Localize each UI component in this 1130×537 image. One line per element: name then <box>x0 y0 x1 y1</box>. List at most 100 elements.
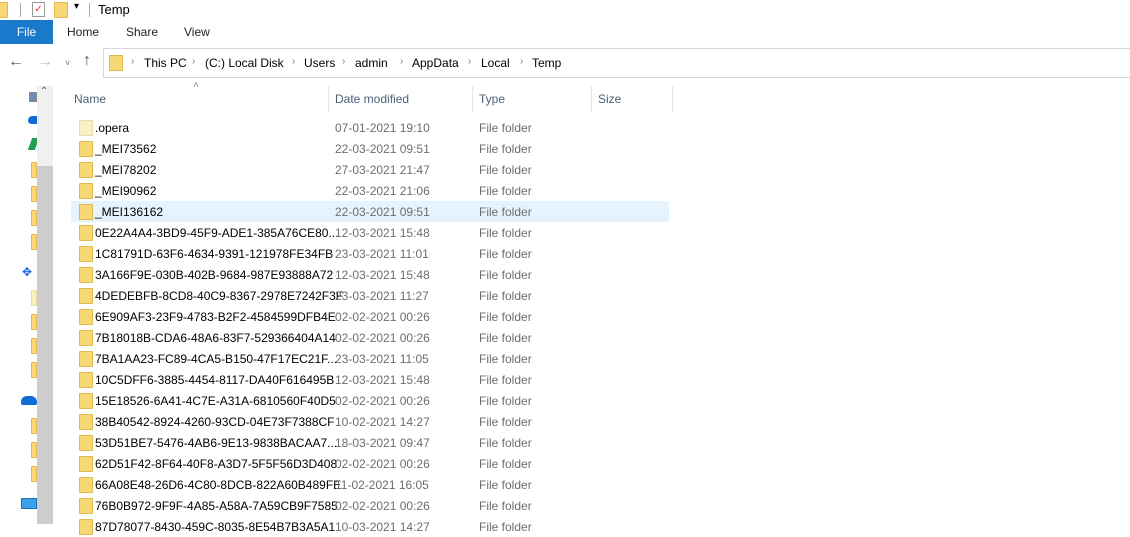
back-icon[interactable]: ← <box>8 53 24 71</box>
folder-icon <box>79 351 93 367</box>
folder-icon <box>79 225 93 241</box>
pictures-icon[interactable] <box>29 92 37 102</box>
column-divider[interactable] <box>472 86 473 112</box>
tab-file[interactable]: File <box>0 20 53 44</box>
forward-icon[interactable]: → <box>37 53 53 71</box>
file-type: File folder <box>479 457 532 471</box>
file-name: 1C81791D-63F6-4634-9391-121978FE34FB <box>95 247 334 261</box>
file-type: File folder <box>479 394 532 408</box>
file-row[interactable]: 0E22A4A4-3BD9-45F9-ADE1-385A76CE80... 12… <box>71 222 669 243</box>
file-date: 23-03-2021 11:27 <box>335 289 429 303</box>
breadcrumb-appdata[interactable]: AppData <box>412 56 459 70</box>
file-row[interactable]: 53D51BE7-5476-4AB6-9E13-9838BACAA7... 18… <box>71 432 669 453</box>
chevron-right-icon: › <box>192 56 196 67</box>
chevron-right-icon: › <box>400 56 404 67</box>
column-divider[interactable] <box>672 86 673 112</box>
column-divider[interactable] <box>328 86 329 112</box>
file-type: File folder <box>479 478 532 492</box>
sort-ascending-icon: ˄ <box>193 80 199 91</box>
breadcrumb-admin[interactable]: admin <box>355 56 388 70</box>
window-title: Temp <box>98 2 130 17</box>
file-date: 02-02-2021 00:26 <box>335 331 430 345</box>
breadcrumb-local-disk[interactable]: (C:) Local Disk <box>205 56 284 70</box>
folder-icon <box>109 55 123 71</box>
new-folder-icon[interactable] <box>54 2 68 18</box>
file-type: File folder <box>479 352 532 366</box>
file-type: File folder <box>479 205 532 219</box>
column-divider[interactable] <box>591 86 592 112</box>
chevron-right-icon: › <box>131 56 135 67</box>
folder-icon <box>79 519 93 535</box>
file-name: _MEI136162 <box>95 205 164 219</box>
recent-locations-icon[interactable]: ˅ <box>65 58 70 68</box>
file-row[interactable]: 3A166F9E-030B-402B-9684-987E93888A72 12-… <box>71 264 669 285</box>
file-date: 10-03-2021 14:27 <box>335 520 430 534</box>
this-pc-icon[interactable] <box>21 498 37 509</box>
file-type: File folder <box>479 331 532 345</box>
file-name: 38B40542-8924-4260-93CD-04E73F7388CF <box>95 415 335 429</box>
breadcrumb-this-pc[interactable]: This PC <box>144 56 187 70</box>
file-type: File folder <box>479 499 532 513</box>
chevron-right-icon: › <box>520 56 524 67</box>
file-row[interactable]: 62D51F42-8F64-40F8-A3D7-5F5F56D3D408 02-… <box>71 453 669 474</box>
column-header-date[interactable]: Date modified <box>335 86 409 112</box>
file-row[interactable]: _MEI136162 22-03-2021 09:51 File folder <box>71 201 669 222</box>
file-date: 22-03-2021 09:51 <box>335 142 430 156</box>
column-header-size[interactable]: Size <box>598 86 621 112</box>
file-name: 3A166F9E-030B-402B-9684-987E93888A72 <box>95 268 334 282</box>
file-row[interactable]: _MEI90962 22-03-2021 21:06 File folder <box>71 180 669 201</box>
properties-icon[interactable]: ✓ <box>32 2 45 17</box>
file-name: 0E22A4A4-3BD9-45F9-ADE1-385A76CE80... <box>95 226 339 240</box>
file-row[interactable]: 4DEDEBFB-8CD8-40C9-8367-2978E7242F3F 23-… <box>71 285 669 306</box>
tab-view[interactable]: View <box>172 20 222 44</box>
file-row[interactable]: 87D78077-8430-459C-8035-8E54B7B3A5A1 10-… <box>71 516 669 537</box>
file-date: 23-03-2021 11:05 <box>335 352 429 366</box>
up-icon[interactable]: ↑ <box>83 52 91 70</box>
onedrive-icon[interactable] <box>28 116 37 124</box>
file-row[interactable]: 38B40542-8924-4260-93CD-04E73F7388CF 10-… <box>71 411 669 432</box>
dropbox-icon[interactable]: ✥ <box>22 266 37 280</box>
scroll-up-icon[interactable]: ⌃ <box>40 86 48 97</box>
file-date: 02-02-2021 00:26 <box>335 394 430 408</box>
tab-home[interactable]: Home <box>55 20 111 44</box>
file-row[interactable]: _MEI78202 27-03-2021 21:47 File folder <box>71 159 669 180</box>
file-row[interactable]: 7B18018B-CDA6-48A6-83F7-529366404A14 02-… <box>71 327 669 348</box>
file-type: File folder <box>479 247 532 261</box>
column-header-type[interactable]: Type <box>479 86 505 112</box>
scrollbar-thumb[interactable] <box>37 166 53 524</box>
divider <box>20 3 21 17</box>
folder-icon <box>79 393 93 409</box>
chevron-right-icon: › <box>342 56 346 67</box>
folder-icon <box>79 414 93 430</box>
tab-share[interactable]: Share <box>114 20 170 44</box>
file-name: _MEI73562 <box>95 142 157 156</box>
file-row[interactable]: 10C5DFF6-3885-4454-8117-DA40F616495B 12-… <box>71 369 669 390</box>
breadcrumb-users[interactable]: Users <box>304 56 335 70</box>
breadcrumb-temp[interactable]: Temp <box>532 56 561 70</box>
file-row[interactable]: 7BA1AA23-FC89-4CA5-B150-47F17EC21F... 23… <box>71 348 669 369</box>
navigation-pane: ✥ <box>0 86 70 524</box>
address-bar[interactable]: › This PC › (C:) Local Disk › Users › ad… <box>103 48 1130 78</box>
column-header-name[interactable]: Name <box>74 86 106 112</box>
file-type: File folder <box>479 121 532 135</box>
file-row[interactable]: 6E909AF3-23F9-4783-B2F2-4584599DFB4E 02-… <box>71 306 669 327</box>
file-name: 7BA1AA23-FC89-4CA5-B150-47F17EC21F... <box>95 352 338 366</box>
customize-toolbar-icon[interactable]: ▾ <box>74 1 79 12</box>
folder-icon <box>79 288 93 304</box>
file-row[interactable]: .opera 07-01-2021 19:10 File folder <box>71 117 669 138</box>
breadcrumb-local[interactable]: Local <box>481 56 510 70</box>
file-row[interactable]: 76B0B972-9F9F-4A85-A58A-7A59CB9F7585 02-… <box>71 495 669 516</box>
folder-icon <box>79 204 93 220</box>
file-name: 76B0B972-9F9F-4A85-A58A-7A59CB9F7585 <box>95 499 338 513</box>
file-row[interactable]: _MEI73562 22-03-2021 09:51 File folder <box>71 138 669 159</box>
file-row[interactable]: 1C81791D-63F6-4634-9391-121978FE34FB 23-… <box>71 243 669 264</box>
file-type: File folder <box>479 415 532 429</box>
file-type: File folder <box>479 268 532 282</box>
file-row[interactable]: 66A08E48-26D6-4C80-8DCB-822A60B489FE 11-… <box>71 474 669 495</box>
file-type: File folder <box>479 436 532 450</box>
folder-icon <box>79 498 93 514</box>
ribbon-tabs: File Home Share View <box>0 20 1130 44</box>
onedrive-icon[interactable] <box>21 396 37 405</box>
folder-icon <box>0 2 8 18</box>
file-row[interactable]: 15E18526-6A41-4C7E-A31A-6810560F40D5 02-… <box>71 390 669 411</box>
